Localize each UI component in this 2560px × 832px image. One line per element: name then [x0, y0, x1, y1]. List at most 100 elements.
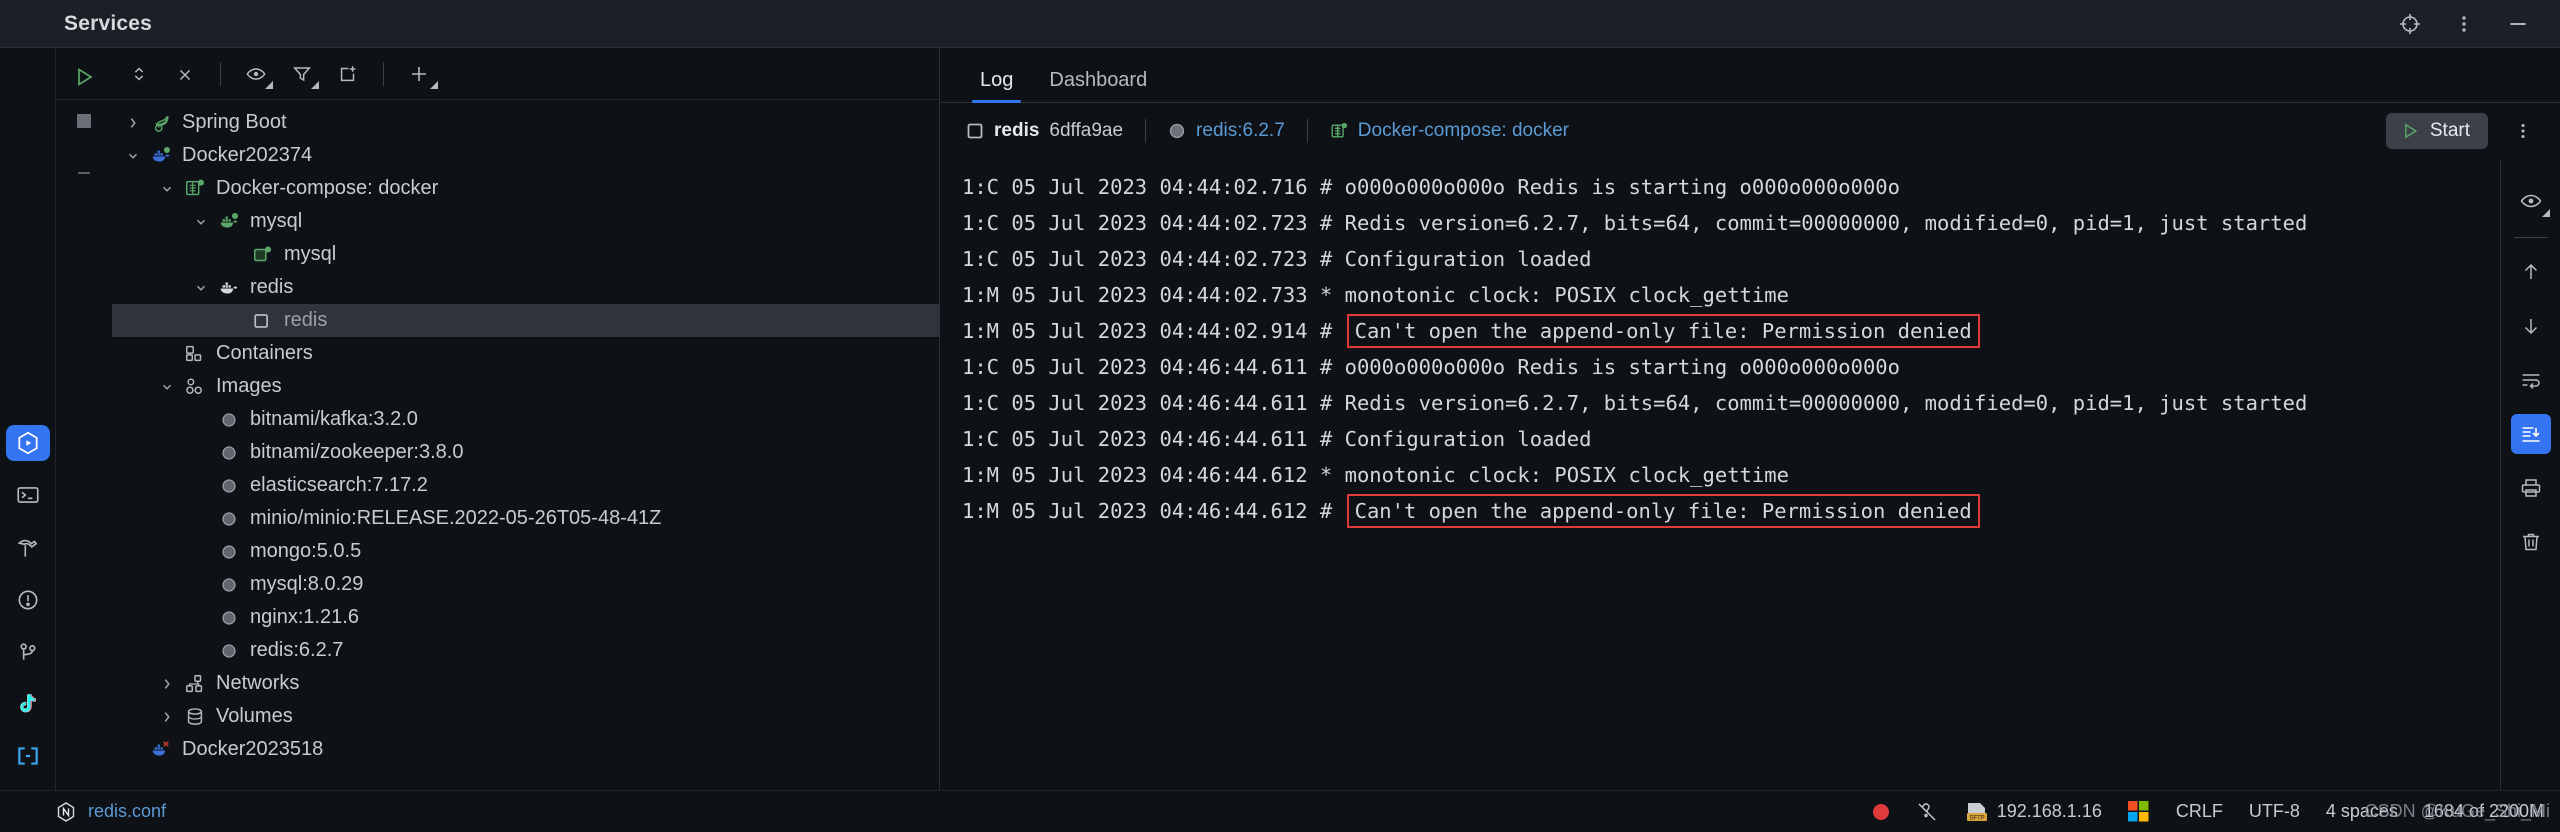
tree-node-images[interactable]: Images: [112, 370, 939, 403]
breadcrumb-container-id: 6dffa9ae: [1049, 120, 1124, 141]
tree-node-mysql-service[interactable]: mysql: [112, 205, 939, 238]
tree-node-label: elasticsearch:7.17.2: [250, 474, 428, 496]
soft-wrap-icon[interactable]: [2511, 360, 2551, 400]
filter-icon[interactable]: [283, 55, 321, 93]
plus-icon[interactable]: [400, 55, 438, 93]
tree-node-label: bitnami/zookeeper:3.8.0: [250, 441, 464, 463]
twisty-right-icon[interactable]: [154, 677, 180, 691]
breadcrumb-container[interactable]: redis 6dffa9ae: [966, 120, 1123, 142]
more-vertical-icon[interactable]: [2450, 10, 2478, 38]
sftp-icon: SFTP: [1965, 801, 1989, 823]
tab-dashboard[interactable]: Dashboard: [1031, 69, 1165, 102]
inspections-off-icon[interactable]: [1915, 800, 1939, 824]
arrow-down-icon[interactable]: [2511, 306, 2551, 346]
collapse-gutter-button[interactable]: [69, 158, 99, 188]
tree-node-img-elasticsearch[interactable]: elasticsearch:7.17.2: [112, 469, 939, 502]
sidebar-item-problems[interactable]: [6, 582, 50, 618]
svg-text:SFTP: SFTP: [1969, 815, 1984, 821]
log-more-options-icon[interactable]: [2506, 114, 2540, 148]
close-icon[interactable]: [166, 55, 204, 93]
status-file[interactable]: redis.conf: [56, 801, 166, 822]
tree-node-img-mysql[interactable]: mysql:8.0.29: [112, 568, 939, 601]
log-line-text: 1:C 05 Jul 2023 04:44:02.723 # Redis ver…: [962, 211, 2308, 235]
record-indicator[interactable]: [1872, 803, 1889, 820]
sidebar-item-remote-dev[interactable]: [6, 738, 50, 774]
twisty-down-icon[interactable]: [120, 149, 146, 163]
tree-node-volumes[interactable]: Volumes: [112, 700, 939, 733]
image-circle-icon: [214, 409, 244, 431]
tree-node-label: mongo:5.0.5: [250, 540, 362, 562]
log-line: 1:C 05 Jul 2023 04:46:44.611 # o000o000o…: [962, 349, 2500, 385]
log-side-toolbar: [2500, 159, 2560, 790]
sidebar-item-build[interactable]: [6, 530, 50, 566]
windows-logo-icon[interactable]: [2127, 800, 2150, 823]
log-line-text: 1:C 05 Jul 2023 04:46:44.611 # Redis ver…: [962, 391, 2308, 415]
twisty-right-icon[interactable]: [120, 116, 146, 130]
breadcrumb-compose[interactable]: Docker-compose: docker: [1330, 120, 1569, 142]
breadcrumb-image[interactable]: redis:6.2.7: [1168, 120, 1285, 142]
eye-icon[interactable]: [2511, 181, 2551, 221]
minimize-icon[interactable]: [2504, 10, 2532, 38]
breadcrumb-image-label: redis:6.2.7: [1196, 120, 1285, 141]
image-circle-icon: [214, 508, 244, 530]
tree-node-img-redis[interactable]: redis:6.2.7: [112, 634, 939, 667]
log-line-text: 1:M 05 Jul 2023 04:46:44.612 * monotonic…: [962, 463, 1789, 487]
tree-node-img-kafka[interactable]: bitnami/kafka:3.2.0: [112, 403, 939, 436]
encoding[interactable]: UTF-8: [2249, 801, 2300, 822]
log-line-text: 1:M 05 Jul 2023 04:46:44.612 #: [962, 499, 1345, 523]
sftp-host[interactable]: SFTP 192.168.1.16: [1965, 801, 2102, 823]
window-body: Spring Boot Docker202374 Docker-compose:…: [0, 48, 2560, 790]
services-tree[interactable]: Spring Boot Docker202374 Docker-compose:…: [112, 100, 939, 790]
sidebar-item-services[interactable]: [5, 425, 50, 462]
docker-whale-icon: [146, 145, 176, 167]
expand-collapse-icon[interactable]: [120, 55, 158, 93]
nginx-icon: [56, 801, 76, 822]
sidebar-item-tiktok[interactable]: [6, 686, 50, 722]
line-separator[interactable]: CRLF: [2176, 801, 2223, 822]
tree-node-mysql-container[interactable]: mysql: [112, 238, 939, 271]
target-icon[interactable]: [2396, 10, 2424, 38]
window-controls: [2396, 10, 2560, 38]
stop-button[interactable]: [69, 106, 99, 136]
trash-icon[interactable]: [2511, 522, 2551, 562]
print-icon[interactable]: [2511, 468, 2551, 508]
twisty-down-icon[interactable]: [154, 380, 180, 394]
tree-node-label: mysql: [284, 243, 337, 265]
eye-icon[interactable]: [237, 55, 275, 93]
tree-node-img-nginx[interactable]: nginx:1.21.6: [112, 601, 939, 634]
side-toolbar-separator: [2513, 237, 2548, 238]
services-tree-body: Spring Boot Docker202374 Docker-compose:…: [56, 100, 939, 790]
tree-node-containers[interactable]: Containers: [112, 337, 939, 370]
twisty-right-icon[interactable]: [154, 710, 180, 724]
tree-node-redis-service[interactable]: redis: [112, 271, 939, 304]
run-button[interactable]: [69, 62, 99, 92]
arrow-up-icon[interactable]: [2511, 252, 2551, 292]
tree-node-img-minio[interactable]: minio/minio:RELEASE.2022-05-26T05-48-41Z: [112, 502, 939, 535]
services-tool-window: Services Spring Boot Docker202374 Docker…: [0, 0, 2560, 832]
tree-node-img-zookeeper[interactable]: bitnami/zookeeper:3.8.0: [112, 436, 939, 469]
sidebar-item-git[interactable]: [6, 634, 50, 670]
tree-node-img-mongo[interactable]: mongo:5.0.5: [112, 535, 939, 568]
tree-node-label: redis: [284, 309, 328, 331]
new-tab-icon[interactable]: [329, 55, 367, 93]
tab-log[interactable]: Log: [962, 69, 1031, 103]
tree-node-spring-boot[interactable]: Spring Boot: [112, 106, 939, 139]
tree-node-docker202374[interactable]: Docker202374: [112, 139, 939, 172]
twisty-down-icon[interactable]: [188, 215, 214, 229]
compose-grid-icon: [1330, 122, 1348, 140]
twisty-down-icon[interactable]: [154, 182, 180, 196]
breadcrumb-separator-2: [1306, 119, 1308, 143]
tree-node-docker-compose[interactable]: Docker-compose: docker: [112, 172, 939, 205]
tree-node-redis-container[interactable]: redis: [112, 304, 939, 337]
start-button[interactable]: Start: [2385, 113, 2488, 149]
log-line: 1:C 05 Jul 2023 04:46:44.611 # Redis ver…: [962, 385, 2500, 421]
scroll-to-end-icon[interactable]: [2510, 414, 2551, 454]
tree-node-docker2023518[interactable]: Docker2023518: [112, 733, 939, 766]
sidebar-item-terminal[interactable]: [6, 477, 50, 513]
tree-node-networks[interactable]: Networks: [112, 667, 939, 700]
log-line-text: 1:C 05 Jul 2023 04:46:44.611 # o000o000o…: [962, 355, 1900, 379]
log-console[interactable]: 1:C 05 Jul 2023 04:44:02.716 # o000o000o…: [940, 159, 2500, 790]
services-tree-panel: Spring Boot Docker202374 Docker-compose:…: [56, 48, 940, 790]
twisty-down-icon[interactable]: [188, 281, 214, 295]
tree-node-label: Images: [216, 375, 282, 397]
